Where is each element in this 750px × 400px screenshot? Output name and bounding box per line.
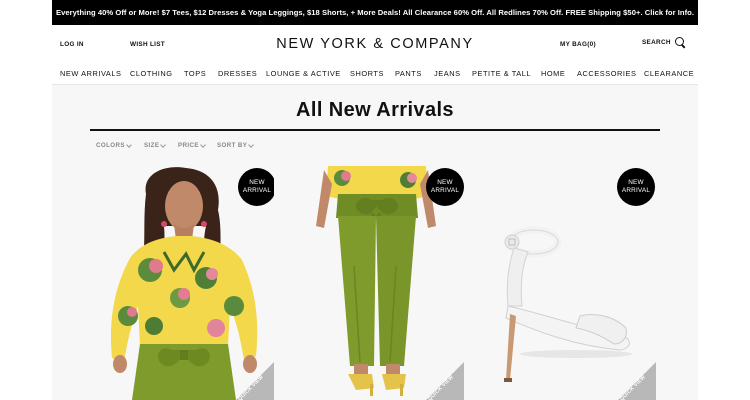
chevron-down-icon [160,141,167,148]
nav-accessories[interactable]: ACCESSORIES [577,69,636,78]
new-arrival-badge: NEW ARRIVAL [238,168,274,206]
sort-by-label: SORT BY [217,142,248,149]
badge-line2: ARRIVAL [430,187,460,194]
badge-line1: NEW [628,179,644,186]
site-header: LOG IN WISH LIST NEW YORK & COMPANY MY B… [52,25,698,65]
chevron-down-icon [126,141,132,148]
nav-dresses[interactable]: DRESSES [218,69,257,78]
nav-new-arrivals[interactable]: NEW ARRIVALS [60,69,122,78]
bag-link[interactable]: MY BAG(0) [560,41,596,48]
filter-size[interactable]: SIZE [144,141,167,149]
nav-lounge-active[interactable]: LOUNGE & ACTIVE [266,69,341,78]
filter-colors[interactable]: COLORS [96,141,132,149]
nav-jeans[interactable]: JEANS [434,69,461,78]
nav-clothing[interactable]: CLOTHING [130,69,173,78]
badge-line2: ARRIVAL [242,187,272,194]
search-label: SEARCH [642,39,671,46]
product-listing: All New Arrivals COLORS SIZE PRICE SORT … [52,86,698,400]
filter-price-label: PRICE [178,142,199,149]
product-card[interactable]: NEW ARRIVAL QUICK VIEW [288,166,464,400]
nav-home[interactable]: HOME [541,69,565,78]
nav-shorts[interactable]: SHORTS [350,69,384,78]
page: Everything 40% Off or More! $7 Tees, $12… [52,0,698,400]
right-gutter [698,0,750,400]
left-gutter [0,0,52,400]
product-card[interactable]: NEW ARRIVAL QUICK VIEW [94,166,274,400]
new-arrival-badge: NEW ARRIVAL [617,168,655,206]
brand-logo[interactable]: NEW YORK & COMPANY [52,36,698,52]
filter-colors-label: COLORS [96,142,125,149]
nav-clearance[interactable]: CLEARANCE [644,69,694,78]
nav-tops[interactable]: TOPS [184,69,206,78]
badge-line2: ARRIVAL [621,187,651,194]
badge-line1: NEW [249,179,265,186]
search-icon [674,37,686,48]
product-card[interactable]: NEW ARRIVAL QUICK VIEW [476,166,656,400]
new-arrival-badge: NEW ARRIVAL [426,168,464,206]
title-divider [90,129,660,131]
search-button[interactable]: SEARCH [642,37,686,48]
nav-petite-tall[interactable]: PETITE & TALL [472,69,531,78]
nav-pants[interactable]: PANTS [395,69,422,78]
badge-line1: NEW [437,179,453,186]
filter-size-label: SIZE [144,142,160,149]
chevron-down-icon [248,141,255,148]
chevron-down-icon [200,141,206,148]
page-title: All New Arrivals [296,99,454,121]
sort-by[interactable]: SORT BY [217,141,255,149]
filter-price[interactable]: PRICE [178,141,206,149]
promo-banner[interactable]: Everything 40% Off or More! $7 Tees, $12… [52,0,698,25]
main-nav: NEW ARRIVALS CLOTHING TOPS DRESSES LOUNG… [52,65,698,85]
